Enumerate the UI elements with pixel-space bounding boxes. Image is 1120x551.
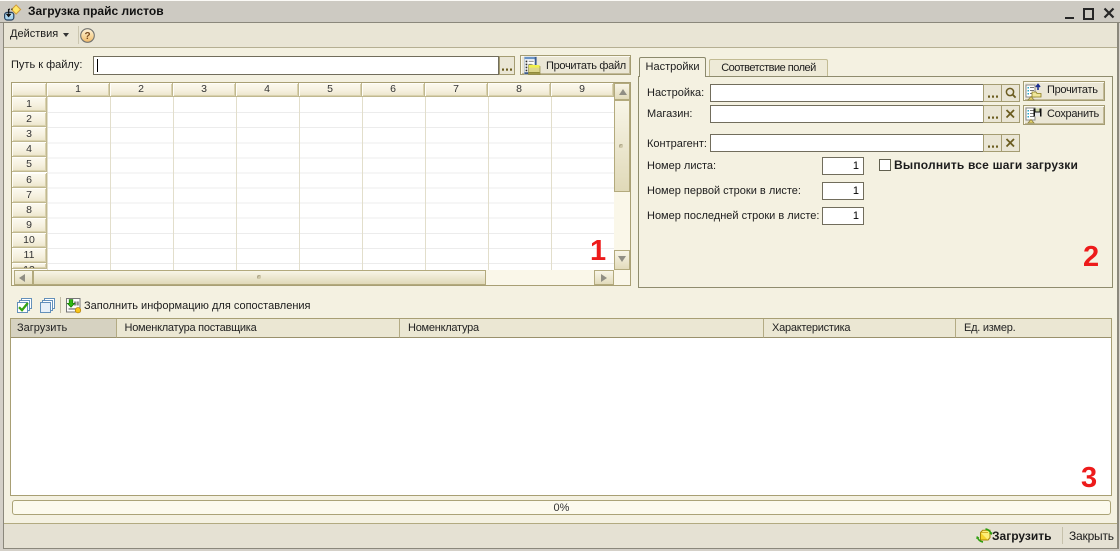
- svg-text:?: ?: [84, 31, 90, 42]
